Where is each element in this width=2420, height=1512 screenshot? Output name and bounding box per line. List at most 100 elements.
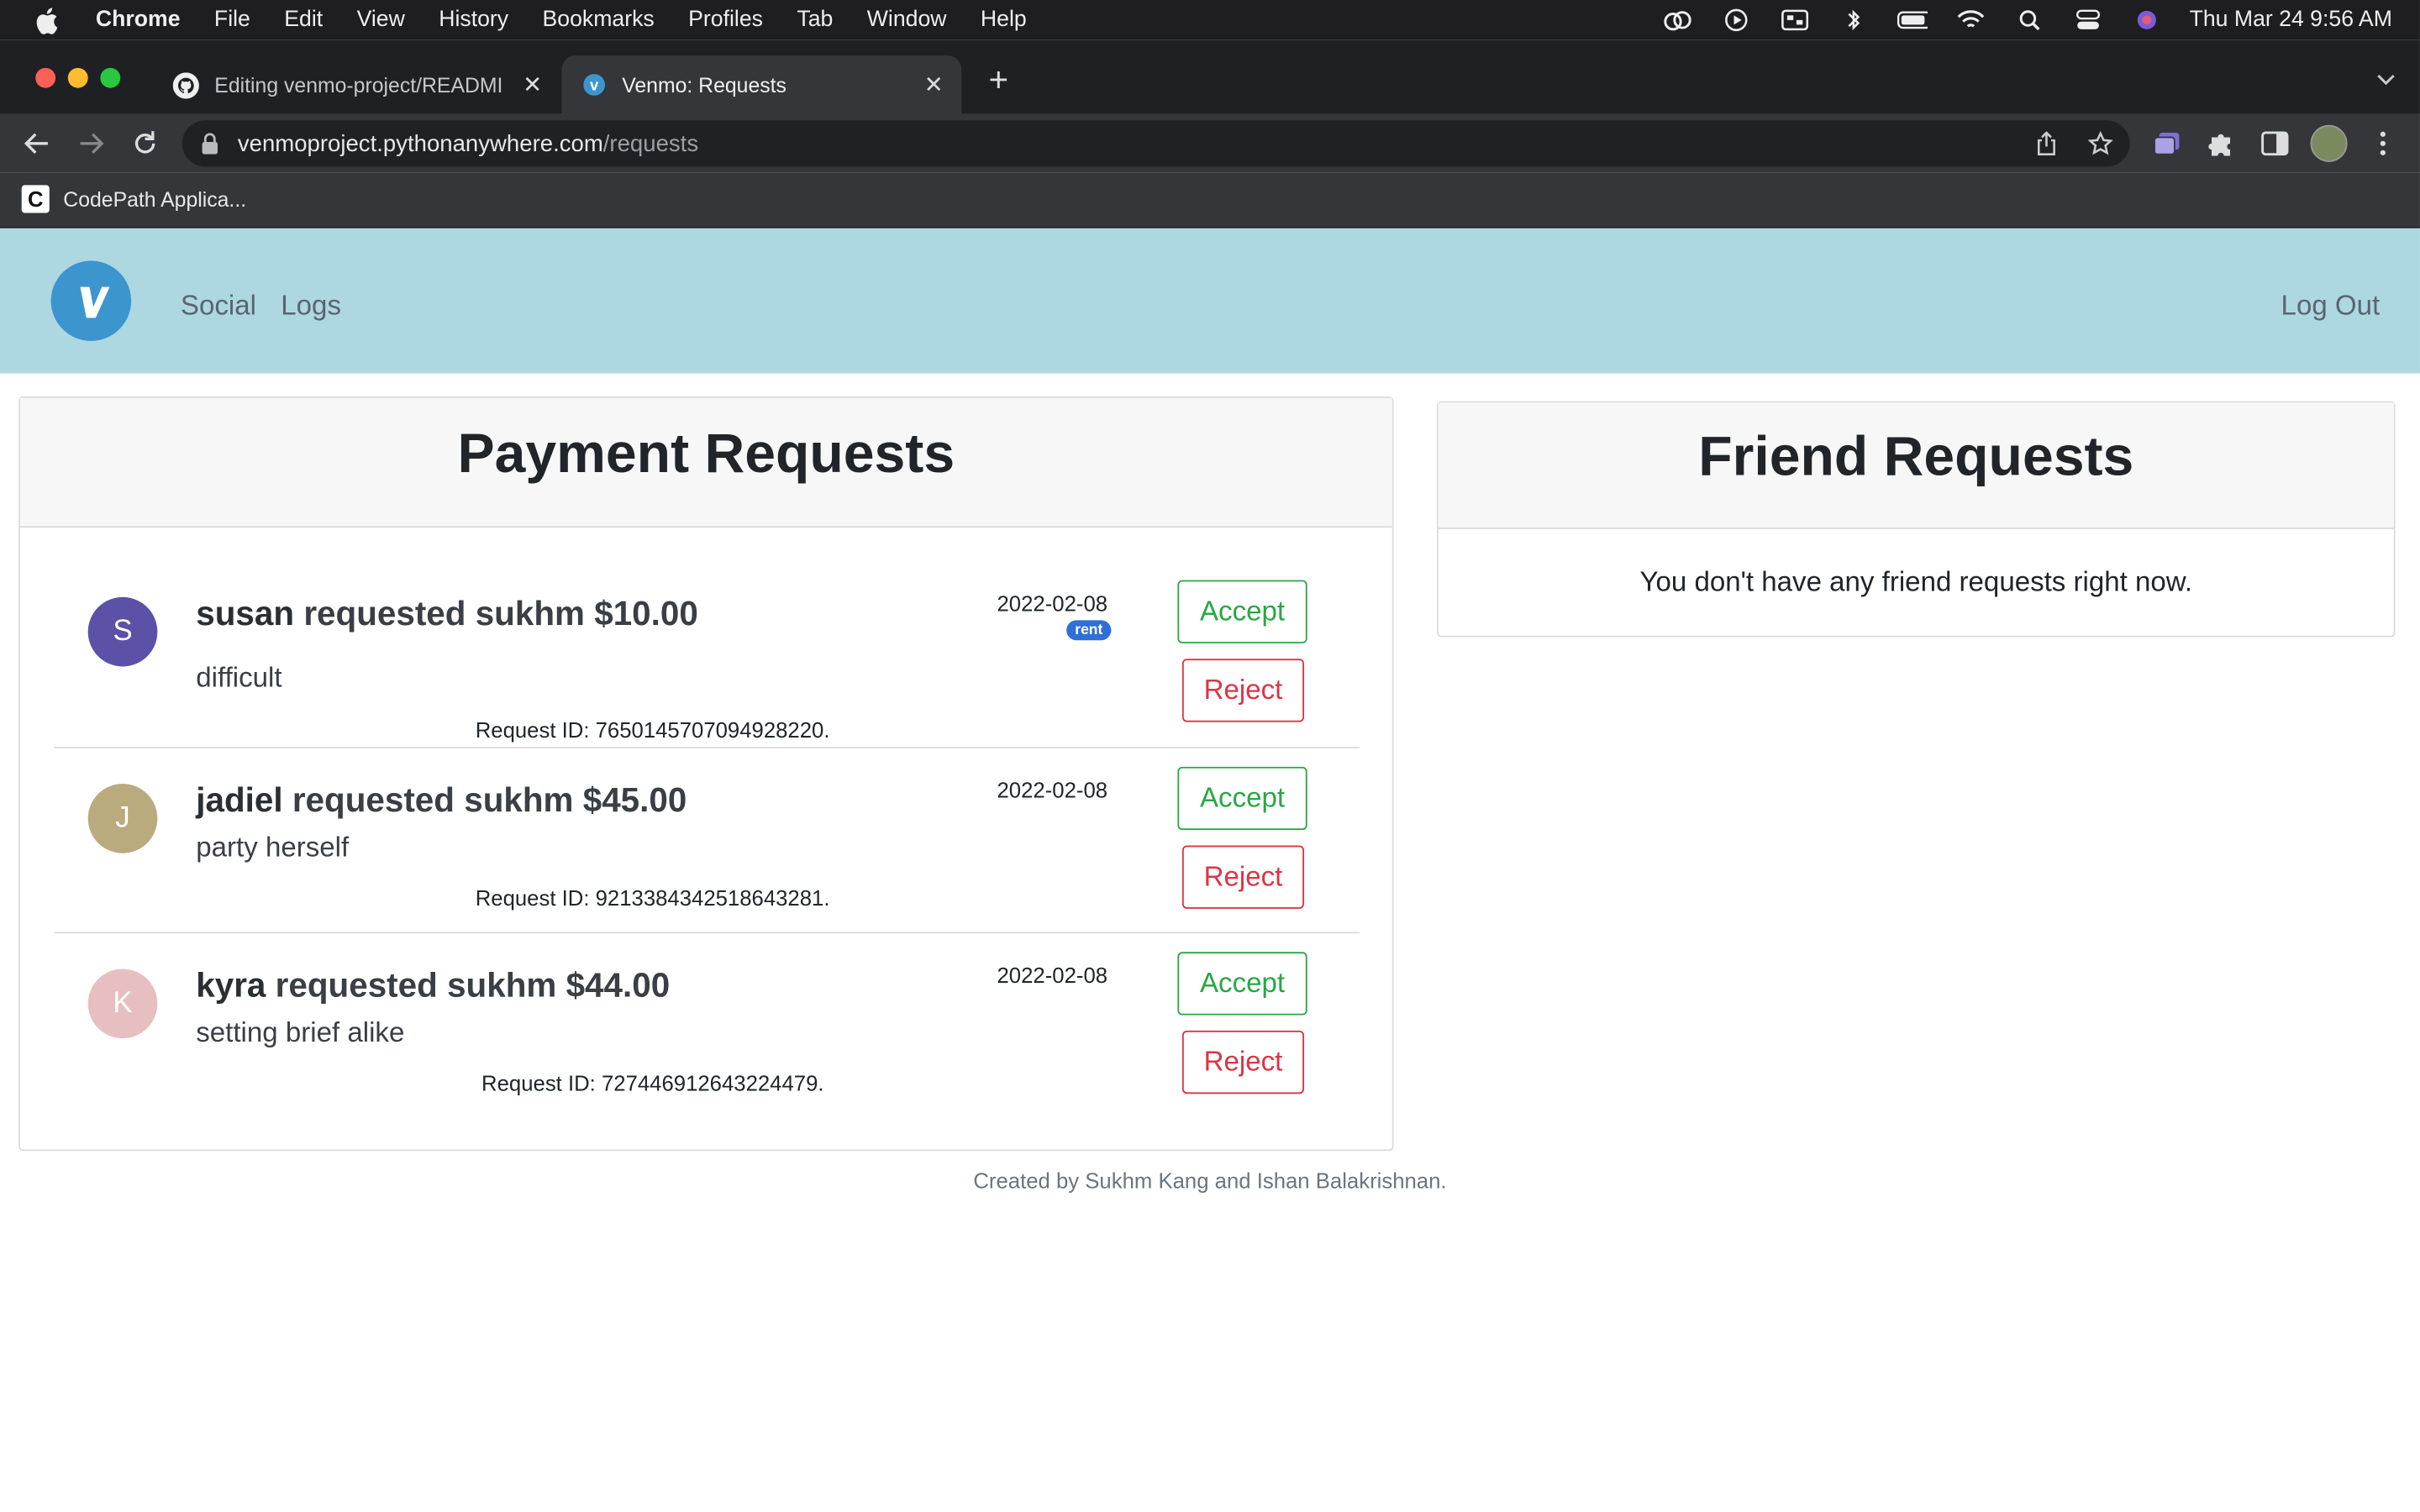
profile-avatar[interactable] [2310, 124, 2348, 162]
creative-cloud-icon[interactable] [1661, 8, 1692, 32]
avatar: J [87, 784, 158, 853]
menu-edit[interactable]: Edit [284, 8, 323, 32]
accept-button[interactable]: Accept [1177, 766, 1307, 831]
avatar-initial: K [113, 986, 133, 1020]
play-circle-icon[interactable] [1720, 8, 1751, 32]
target-name: sukhm [464, 780, 574, 820]
reject-button[interactable]: Reject [1181, 845, 1305, 909]
svg-text:v: v [589, 76, 598, 93]
menu-view[interactable]: View [357, 8, 405, 32]
requester-name: kyra [196, 965, 266, 1005]
payment-request-item: K kyra requested sukhm $44.00 2022-02-08… [54, 948, 1360, 1132]
payment-requests-card: Payment Requests S susan requested sukhm… [18, 396, 1394, 1152]
payment-request-item: S susan requested sukhm $10.00 2022-02-0… [54, 575, 1360, 760]
site-footer: Created by Sukhm Kang and Ishan Balakris… [973, 1168, 1447, 1193]
tab-label: Venmo: Requests [622, 73, 786, 97]
payment-request-item: J jadiel requested sukhm $45.00 2022-02-… [54, 762, 1360, 947]
requester-name: jadiel [196, 780, 283, 820]
forward-arrow-icon[interactable] [74, 127, 108, 160]
friend-requests-card: Friend Requests You don't have any frien… [1436, 401, 2396, 638]
url-text[interactable]: venmoproject.pythonanywhere.com/requests [238, 130, 698, 156]
reload-icon[interactable] [128, 127, 161, 160]
spotlight-search-icon[interactable] [2013, 8, 2044, 32]
request-note: difficult [196, 661, 282, 693]
apple-icon[interactable] [34, 5, 65, 36]
tab-label: Editing venmo-project/READMI [214, 73, 503, 97]
menu-history[interactable]: History [439, 8, 508, 32]
share-icon[interactable] [2034, 131, 2059, 155]
accept-button[interactable]: Accept [1177, 952, 1307, 1016]
request-note: setting brief alike [196, 1016, 405, 1048]
request-title: kyra requested sukhm $44.00 [196, 966, 670, 1006]
reject-button[interactable]: Reject [1181, 1030, 1305, 1095]
codepath-icon: C [21, 185, 50, 213]
accept-button[interactable]: Accept [1177, 580, 1307, 643]
venmo-logo[interactable] [50, 260, 132, 341]
side-panel-icon[interactable] [2260, 128, 2291, 159]
request-tag-badge: rent [1066, 620, 1112, 641]
request-title: jadiel requested sukhm $45.00 [196, 780, 687, 821]
venmo-icon: v [581, 71, 607, 97]
url-path: /requests [602, 130, 699, 157]
back-arrow-icon[interactable] [20, 127, 54, 160]
request-date: 2022-02-08 [997, 963, 1108, 988]
nav-logs-link[interactable]: Logs [281, 290, 341, 323]
bookmark-star-icon[interactable] [2087, 130, 2113, 155]
menu-bookmarks[interactable]: Bookmarks [543, 8, 655, 32]
wifi-icon[interactable] [1954, 8, 1986, 32]
github-icon [172, 71, 199, 98]
control-center-icon[interactable] [2072, 8, 2103, 32]
tab-venmo-requests[interactable]: v Venmo: Requests ✕ [561, 55, 962, 114]
battery-icon[interactable] [1897, 8, 1928, 32]
site-navbar: Social Logs Log Out [0, 228, 2420, 374]
tab-github-readme[interactable]: Editing venmo-project/READMI ✕ [155, 55, 560, 114]
zoom-window-button[interactable] [100, 67, 121, 88]
request-amount: $10.00 [594, 594, 698, 633]
payment-requests-title: Payment Requests [19, 397, 1392, 528]
menubar-clock[interactable]: Thu Mar 24 9:56 AM [2190, 8, 2392, 32]
macos-menubar: Chrome File Edit View History Bookmarks … [0, 0, 2420, 40]
avatar: S [87, 596, 158, 667]
bookmarks-bar: C CodePath Applica... [0, 172, 2420, 228]
request-date: 2022-02-08 [997, 777, 1108, 803]
requested-word: requested [303, 594, 466, 633]
bookmark-label: CodePath Applica... [63, 187, 247, 211]
more-vertical-icon[interactable] [2367, 128, 2398, 159]
menu-file[interactable]: File [214, 8, 250, 32]
browser-tab-strip: Editing venmo-project/READMI ✕ v Venmo: … [0, 39, 2420, 114]
web-page: Social Logs Log Out Payment Requests S s… [0, 228, 2420, 1512]
menu-app-name[interactable]: Chrome [96, 8, 181, 32]
minimize-window-button[interactable] [67, 67, 88, 88]
friend-requests-empty-text: You don't have any friend requests right… [1639, 566, 2193, 597]
window-switcher-icon[interactable] [1779, 8, 1810, 32]
target-name: sukhm [447, 965, 557, 1005]
logout-link[interactable]: Log Out [2281, 290, 2381, 323]
tab-groups-icon[interactable] [2151, 128, 2182, 159]
avatar: K [87, 969, 158, 1039]
request-id: Request ID: 727446912643224479. [481, 1070, 824, 1096]
extensions-puzzle-icon[interactable] [2206, 128, 2237, 159]
bookmark-codepath[interactable]: C CodePath Applica... [21, 185, 247, 213]
tab-search-chevron-icon[interactable] [2374, 68, 2398, 90]
row-divider [54, 932, 1360, 934]
menu-tab[interactable]: Tab [797, 8, 833, 32]
address-bar[interactable]: venmoproject.pythonanywhere.com/requests [182, 120, 2130, 167]
close-window-button[interactable] [35, 67, 56, 88]
menu-profiles[interactable]: Profiles [688, 8, 763, 32]
menu-window[interactable]: Window [867, 8, 947, 32]
lock-icon[interactable] [201, 133, 219, 155]
bluetooth-icon[interactable] [1838, 8, 1869, 32]
request-id: Request ID: 9213384342518643281. [475, 885, 830, 911]
url-domain: venmoproject.pythonanywhere.com [237, 130, 603, 157]
row-divider [54, 746, 1360, 748]
new-tab-plus-icon[interactable]: + [981, 62, 1015, 98]
tab-close-icon[interactable]: ✕ [517, 70, 548, 101]
nav-social-link[interactable]: Social [181, 290, 256, 323]
siri-icon[interactable] [2131, 8, 2162, 32]
tab-close-icon[interactable]: ✕ [918, 70, 950, 101]
requester-name: susan [196, 594, 295, 633]
reject-button[interactable]: Reject [1181, 659, 1305, 722]
menu-help[interactable]: Help [981, 8, 1027, 32]
window-controls [35, 67, 121, 88]
request-title: susan requested sukhm $10.00 [196, 594, 698, 634]
